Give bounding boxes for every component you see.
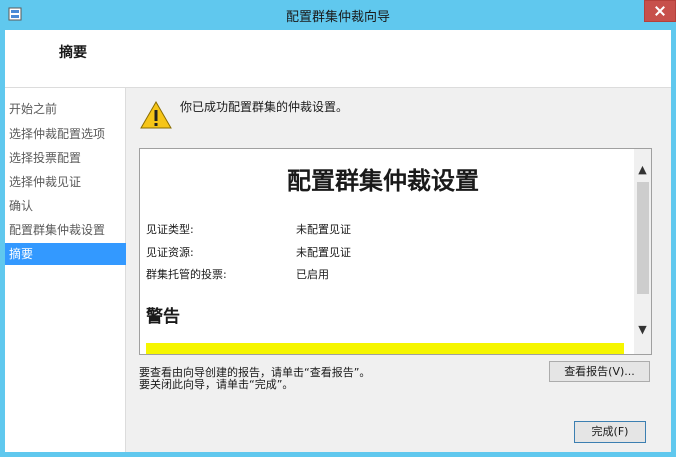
sidebar-item-select-voting[interactable]: 选择投票配置	[5, 147, 127, 169]
report-heading: 配置群集仲裁设置	[287, 167, 479, 195]
cluster-votes-label: 群集托管的投票:	[146, 268, 227, 281]
witness-type-value: 未配置见证	[296, 223, 351, 236]
sidebar-item-summary[interactable]: 摘要	[5, 243, 127, 265]
sidebar-item-select-quorum-option[interactable]: 选择仲裁配置选项	[5, 123, 127, 145]
page-title: 摘要	[59, 45, 87, 61]
finish-button[interactable]: 完成(F)	[574, 421, 646, 443]
scroll-thumb[interactable]	[637, 182, 649, 294]
title-bar[interactable]: 配置群集仲裁向导	[0, 0, 676, 30]
wizard-steps: 开始之前 选择仲裁配置选项 选择投票配置 选择仲裁见证 确认 配置群集仲裁设置 …	[5, 88, 127, 452]
cluster-votes-value: 已启用	[296, 268, 329, 281]
witness-resource-label: 见证资源:	[146, 246, 194, 259]
wizard-body: 摘要 开始之前 选择仲裁配置选项 选择投票配置 选择仲裁见证 确认 配置群集仲裁…	[5, 30, 671, 452]
view-report-button[interactable]: 查看报告(V)...	[549, 361, 650, 382]
sidebar-item-before-you-begin[interactable]: 开始之前	[5, 98, 127, 120]
report-viewer[interactable]: 配置群集仲裁设置 见证类型: 未配置见证 见证资源: 未配置见证 群集托管的投票…	[139, 148, 652, 355]
warning-icon	[140, 101, 172, 129]
hint-close-wizard: 要关闭此向导，请单击“完成”。	[139, 378, 294, 391]
page-header: 摘要	[5, 30, 671, 88]
witness-resource-value: 未配置见证	[296, 246, 351, 259]
scroll-up-icon[interactable]: ▲	[634, 161, 651, 178]
sidebar-item-confirmation[interactable]: 确认	[5, 195, 127, 217]
sidebar-item-configure-quorum[interactable]: 配置群集仲裁设置	[5, 219, 127, 241]
close-button[interactable]	[644, 0, 676, 22]
success-message: 你已成功配置群集的仲裁设置。	[180, 100, 349, 114]
wizard-window: 配置群集仲裁向导 摘要 开始之前 选择仲裁配置选项 选择投票配置 选择仲裁见证 …	[0, 0, 676, 457]
report-scrollbar[interactable]: ▲ ▼	[634, 149, 651, 354]
scroll-down-icon[interactable]: ▼	[634, 321, 651, 338]
sidebar-item-select-witness[interactable]: 选择仲裁见证	[5, 171, 127, 193]
warning-heading: 警告	[146, 307, 180, 327]
window-title: 配置群集仲裁向导	[285, 10, 390, 25]
witness-type-label: 见证类型:	[146, 223, 194, 236]
warning-highlight	[146, 343, 624, 354]
main-panel: 你已成功配置群集的仲裁设置。 配置群集仲裁设置 见证类型: 未配置见证 见证资源…	[126, 88, 671, 452]
